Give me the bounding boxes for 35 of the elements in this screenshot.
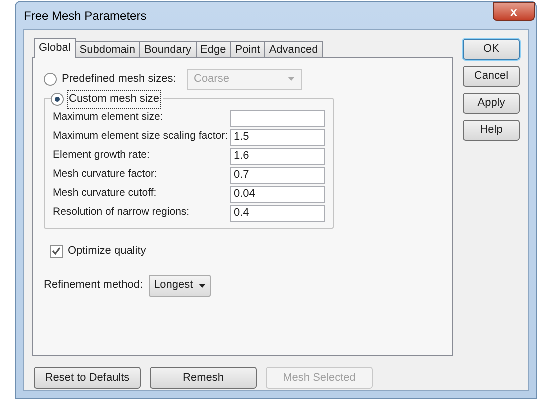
dialog-button[interactable]: Apply (463, 93, 520, 114)
field-label: Maximum element size: (53, 110, 164, 126)
input-field[interactable]: 0.04 (230, 186, 325, 202)
action-button[interactable]: Remesh (150, 367, 257, 389)
radio-label: Custom mesh size (67, 90, 162, 108)
refinement-dropdown[interactable]: Longest (149, 274, 212, 296)
field-label: Element growth rate: (53, 148, 151, 164)
field-label: Resolution of narrow regions: (53, 205, 191, 220)
input-field[interactable]: 1.5 (230, 128, 325, 146)
field-label: Maximum element size scaling factor: (53, 129, 230, 144)
checkbox[interactable] (50, 244, 63, 258)
radio-button[interactable] (51, 92, 64, 106)
dialog-button[interactable]: Cancel (463, 66, 520, 87)
caret-icon (199, 284, 206, 288)
dialog-button[interactable]: OK (463, 39, 520, 60)
input-field[interactable]: 0.4 (230, 204, 325, 222)
field-label: Mesh curvature factor: (53, 167, 158, 182)
radio-button[interactable] (44, 72, 57, 86)
tab[interactable]: Advanced (264, 41, 324, 58)
checkbox-label: Optimize quality (68, 244, 146, 259)
input-field[interactable]: 1.6 (230, 148, 325, 164)
window-title: Free Mesh Parameters (23, 8, 147, 24)
tab[interactable]: Global (34, 38, 76, 58)
tab[interactable]: Point (230, 41, 266, 58)
field-label: Refinement method: (44, 278, 144, 294)
input-field[interactable] (230, 110, 325, 126)
close-button[interactable]: x (493, 2, 535, 21)
input-field[interactable]: 0.7 (230, 166, 325, 184)
dialog-button[interactable]: Help (463, 120, 520, 141)
tab[interactable]: Boundary (139, 41, 197, 58)
radio-label: Predefined mesh sizes: (62, 72, 178, 87)
field-label: Mesh curvature cutoff: (53, 186, 158, 202)
tab[interactable]: Subdomain (74, 41, 140, 58)
action-button[interactable]: Reset to Defaults (34, 367, 141, 389)
caret-icon (288, 77, 295, 81)
